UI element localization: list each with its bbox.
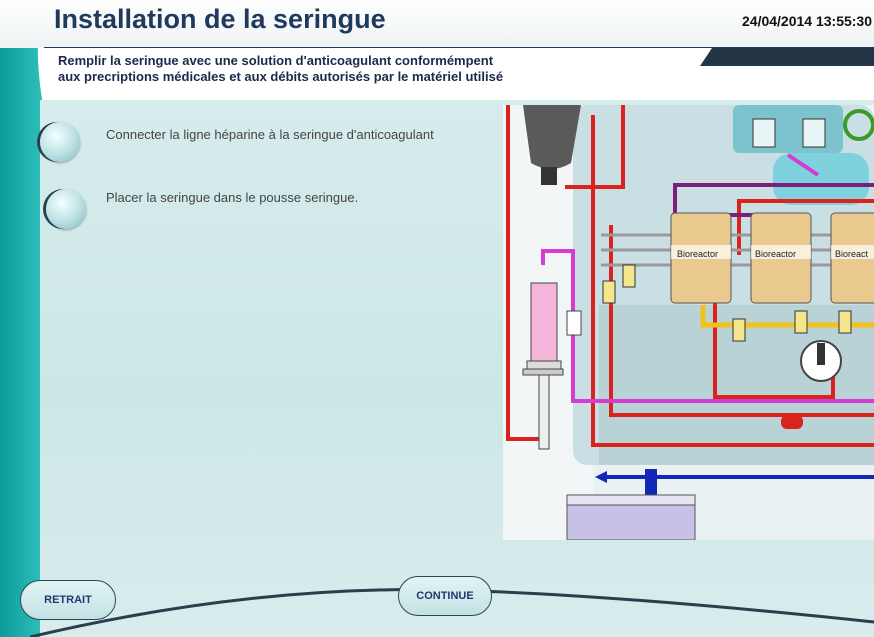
header-dark-tab bbox=[700, 48, 874, 66]
retrait-button[interactable]: RETRAIT bbox=[20, 580, 116, 620]
header-bar: Installation de la seringue 24/04/2014 1… bbox=[0, 0, 874, 48]
step-1-text: Connecter la ligne héparine à la seringu… bbox=[106, 127, 434, 142]
bioreactor-label: Bioreact bbox=[835, 249, 869, 259]
page-title: Installation de la seringue bbox=[54, 4, 386, 34]
instruction-line-2: aux precriptions médicales et aux débits… bbox=[58, 69, 504, 84]
instruction-line-1: Remplir la seringue avec une solution d'… bbox=[58, 53, 494, 68]
bioreactor-label: Bioreactor bbox=[755, 249, 796, 259]
step-2-bullet-icon bbox=[46, 189, 86, 229]
continue-button[interactable]: CONTINUE bbox=[398, 576, 492, 616]
date-time: 24/04/2014 13:55:30 bbox=[742, 13, 872, 29]
instruction-text: Remplir la seringue avec une solution d'… bbox=[58, 53, 698, 85]
bioreactor-label: Bioreactor bbox=[677, 249, 718, 259]
circuit-diagram: Bioreactor Bioreactor Bioreact bbox=[503, 105, 874, 540]
step-2-text: Placer la seringue dans le pousse sering… bbox=[106, 190, 359, 205]
step-1-bullet-icon bbox=[40, 122, 80, 162]
